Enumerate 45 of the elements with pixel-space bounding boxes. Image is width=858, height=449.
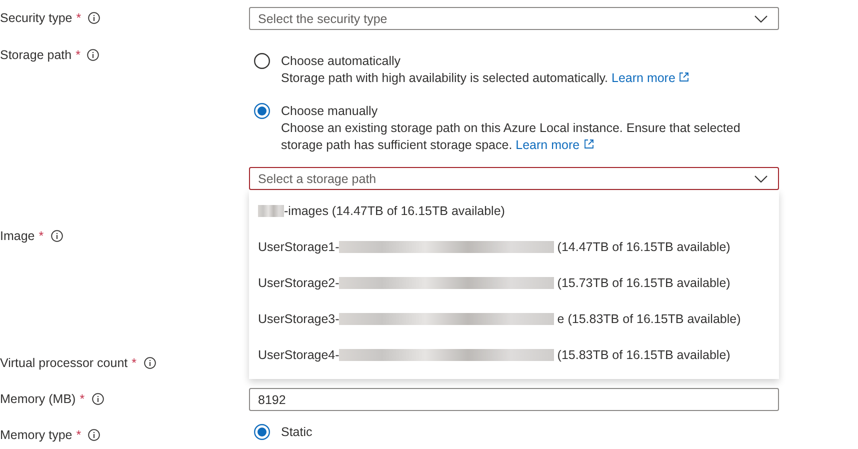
learn-more-link[interactable]: Learn more <box>516 138 594 152</box>
input-field[interactable]: 8192 <box>249 388 779 411</box>
option-label: Static <box>281 424 312 441</box>
required-mark: * <box>76 48 80 62</box>
option-label: Choose manually <box>281 103 378 120</box>
field-label: Storage path <box>0 48 72 62</box>
required-mark: * <box>76 428 82 442</box>
redacted-text <box>258 205 284 217</box>
option-text[interactable]: -images (14.47TB of 16.15TB available) <box>284 204 505 218</box>
external-link-icon <box>679 72 690 82</box>
field-label: Security type <box>0 11 72 25</box>
required-mark: * <box>132 356 136 370</box>
required-mark: * <box>80 392 85 406</box>
option-description: Choose an existing storage path on this Azure Local instance. Ensure that selected storage path has sufficient storage space. Learn more <box>281 120 742 154</box>
radio-button[interactable] <box>254 103 270 119</box>
option-description: Storage path with high availability is selected automatically. Learn more <box>281 70 761 87</box>
info-icon <box>92 393 104 405</box>
option-text[interactable]: (15.73TB of 16.15TB available) <box>557 276 730 290</box>
option-text[interactable]: e (15.83TB of 16.15TB available) <box>557 312 741 326</box>
field-label: Virtual processor count <box>0 356 128 370</box>
field-label: Image <box>0 229 35 243</box>
required-mark: * <box>76 11 82 25</box>
info-icon <box>88 429 100 441</box>
option-text[interactable]: UserStorage3- <box>258 312 340 326</box>
radio-button[interactable] <box>254 53 270 69</box>
field-label: Memory (MB) <box>0 392 76 406</box>
option-text[interactable]: (15.83TB of 16.15TB available) <box>557 348 730 362</box>
field-label: Memory type <box>0 428 72 442</box>
option-text[interactable]: (14.47TB of 16.15TB available) <box>557 240 730 254</box>
dropdown[interactable]: Select the security type <box>249 7 779 30</box>
dropdown[interactable]: Select a storage path <box>249 167 779 190</box>
learn-more-link[interactable]: Learn more <box>612 71 690 85</box>
chevron-down-icon <box>754 174 768 182</box>
option-text[interactable]: UserStorage2- <box>258 276 340 290</box>
radio-button[interactable] <box>254 424 270 440</box>
info-icon <box>88 12 100 24</box>
option-label: Choose automatically <box>281 53 401 70</box>
option-text[interactable]: UserStorage4- <box>258 348 340 362</box>
info-icon <box>144 357 156 369</box>
info-icon <box>87 49 100 61</box>
option-text[interactable]: UserStorage1- <box>258 240 340 254</box>
required-mark: * <box>38 229 44 243</box>
external-link-icon <box>584 139 594 149</box>
chevron-down-icon <box>754 14 768 22</box>
info-icon <box>50 230 63 242</box>
